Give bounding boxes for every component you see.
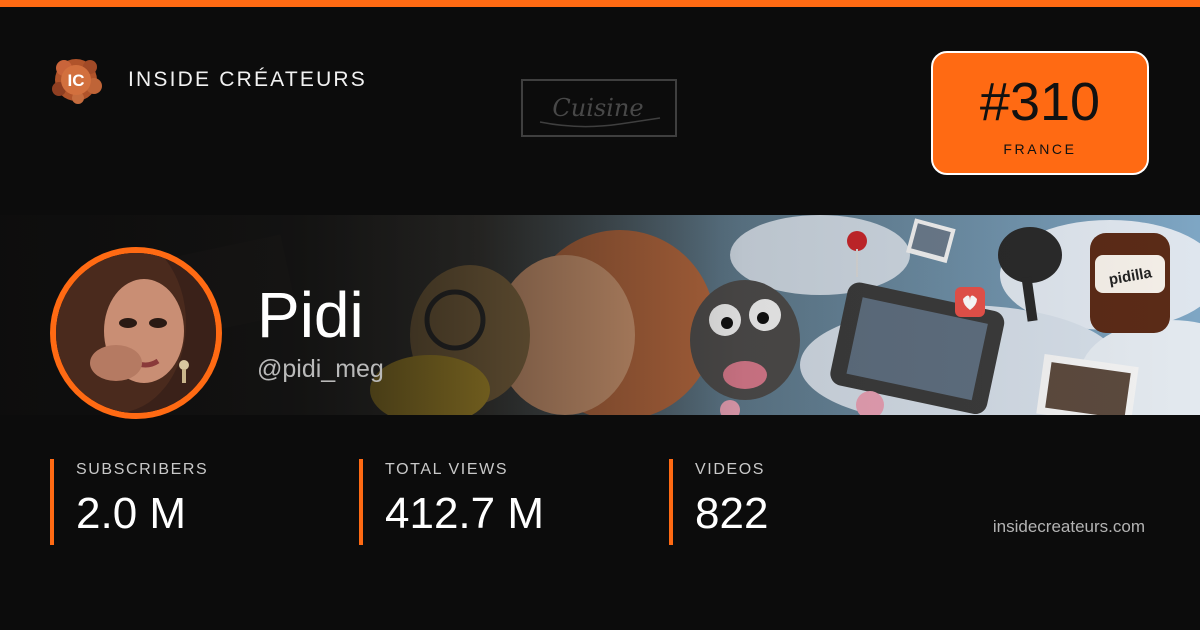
stat-label: TOTAL VIEWS: [385, 461, 509, 478]
avatar-ring: [50, 247, 222, 419]
creator-card: IC INSIDE CRÉATEURS Cuisine #310 FRANCE: [0, 0, 1200, 630]
stat-label: SUBSCRIBERS: [76, 461, 209, 478]
ic-logo-text: IC: [68, 71, 85, 90]
stat-subscribers: SUBSCRIBERS 2.0 M: [50, 459, 208, 545]
avatar[interactable]: [56, 253, 216, 413]
stat-value: 2.0 M: [76, 489, 187, 538]
stat-label: VIDEOS: [695, 461, 766, 478]
ic-logo-icon: IC: [52, 59, 102, 104]
stat-value: 412.7 M: [385, 489, 544, 538]
rank-value: #310: [979, 72, 1101, 132]
brand-name: INSIDE CRÉATEURS: [128, 68, 368, 91]
creator-avatar-photo: [56, 253, 216, 413]
creator-handle[interactable]: @pidi_meg: [257, 355, 384, 384]
accent-top-bar: [0, 0, 1200, 7]
rank-country: FRANCE: [1003, 141, 1077, 157]
watermark-text: Cuisine: [552, 94, 643, 122]
stat-total-views: TOTAL VIEWS 412.7 M: [359, 459, 544, 545]
stat-videos: VIDEOS 822: [669, 459, 768, 545]
site-url-link[interactable]: insidecreateurs.com: [993, 517, 1145, 537]
creator-name: Pidi: [257, 279, 364, 351]
rank-badge: #310 FRANCE: [931, 51, 1149, 175]
channel-watermark-logo: Cuisine: [521, 79, 677, 137]
stat-value: 822: [695, 489, 769, 538]
brand-header[interactable]: IC INSIDE CRÉATEURS: [50, 56, 367, 104]
